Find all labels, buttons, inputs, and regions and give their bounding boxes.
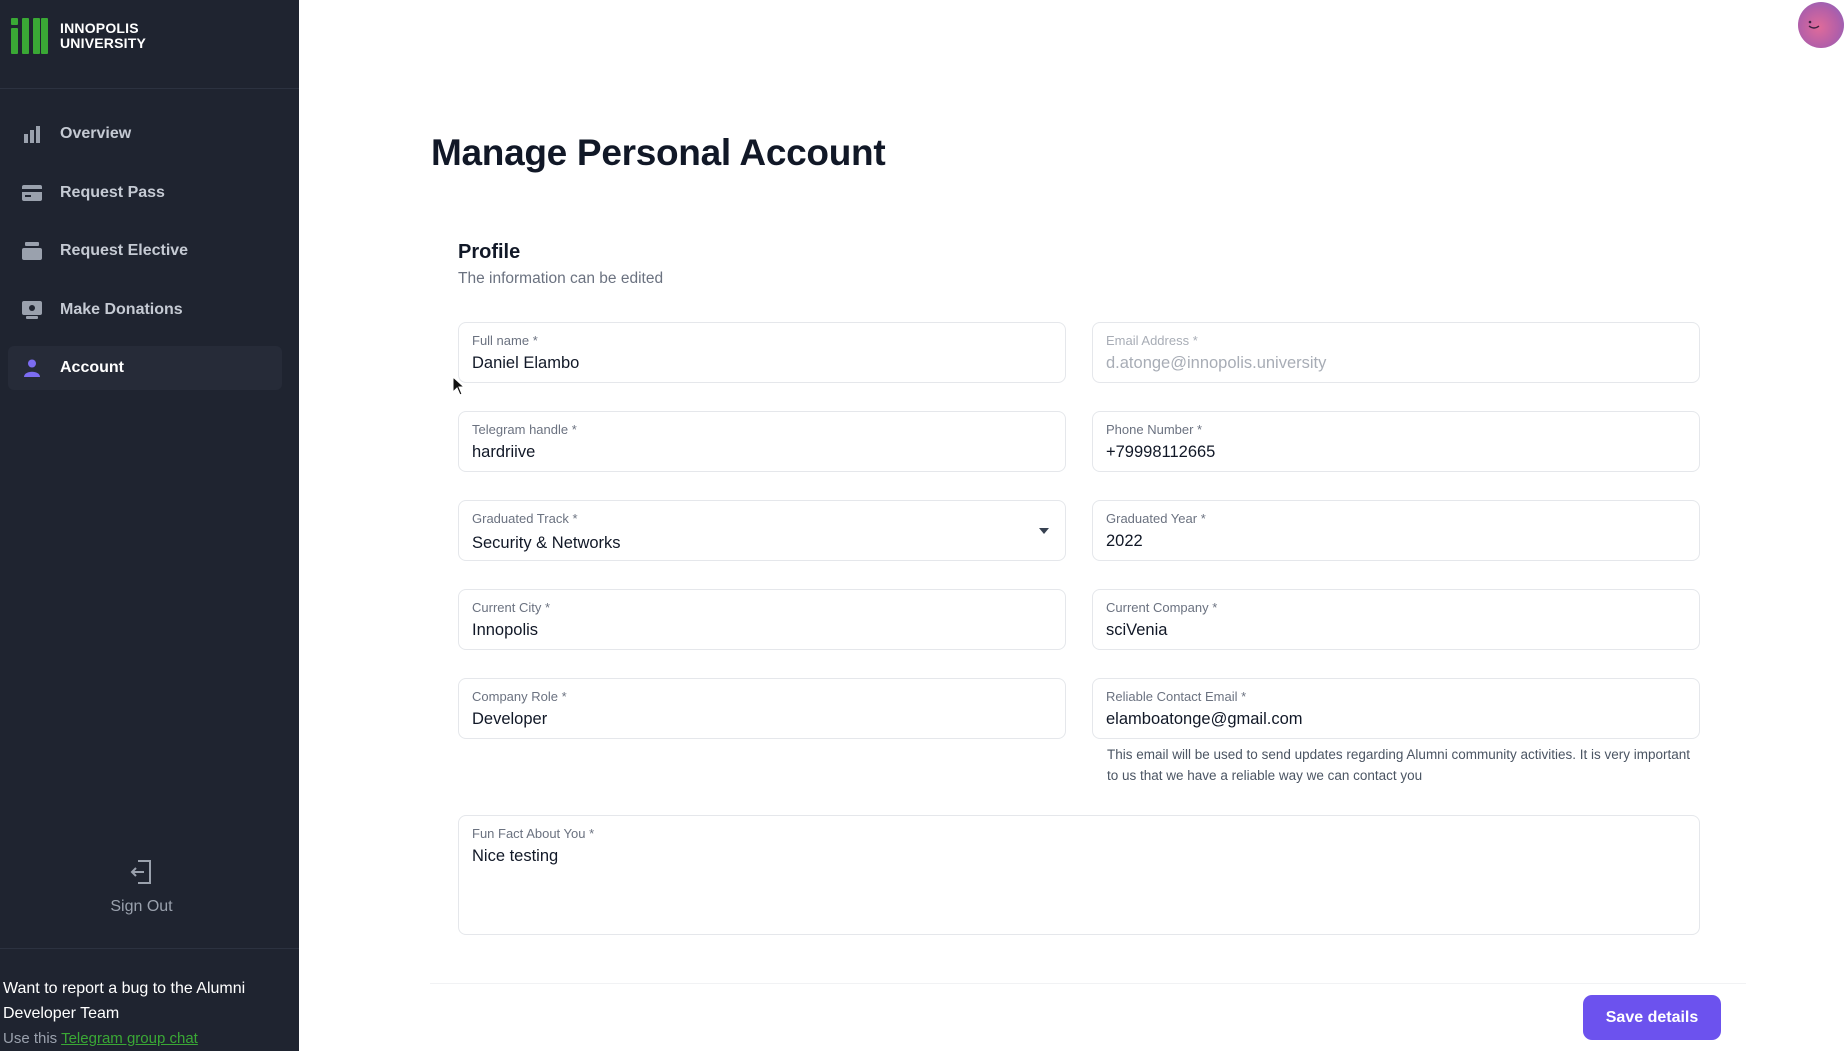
field-value: Security & Networks bbox=[472, 534, 621, 552]
donation-icon bbox=[22, 300, 42, 320]
field-label: Telegram handle * bbox=[472, 422, 577, 437]
sign-out-button[interactable]: Sign Out bbox=[84, 858, 199, 916]
sidebar-item-label: Account bbox=[60, 359, 124, 376]
email-address-field[interactable]: Email Address * d.atonge@innopolis.unive… bbox=[1092, 322, 1700, 383]
sidebar-item-account[interactable]: Account bbox=[8, 346, 282, 390]
logo-line-2: UNIVERSITY bbox=[60, 35, 147, 51]
sidebar-divider bbox=[0, 88, 299, 89]
sidebar-nav: Overview Request Pass Request Elective M… bbox=[8, 112, 282, 405]
sidebar-item-request-pass[interactable]: Request Pass bbox=[8, 171, 282, 215]
user-avatar[interactable] bbox=[1798, 2, 1844, 48]
phone-number-field[interactable]: Phone Number * +79998112665 bbox=[1092, 411, 1700, 472]
full-name-field[interactable]: Full name * Daniel Elambo bbox=[458, 322, 1066, 383]
reliable-contact-email-field[interactable]: Reliable Contact Email * elamboatonge@gm… bbox=[1092, 678, 1700, 739]
field-value: Developer bbox=[472, 710, 548, 728]
field-value: Innopolis bbox=[472, 621, 539, 639]
save-details-button[interactable]: Save details bbox=[1583, 995, 1721, 1040]
field-value: d.atonge@innopolis.university bbox=[1106, 354, 1327, 372]
bug-report-sub: Use this Telegram group chat bbox=[3, 1026, 293, 1051]
profile-title: Profile bbox=[458, 241, 521, 263]
field-label: Phone Number * bbox=[1106, 422, 1203, 437]
elective-box-icon bbox=[22, 241, 42, 261]
field-label: Current Company * bbox=[1106, 600, 1218, 615]
field-value: Daniel Elambo bbox=[472, 354, 580, 372]
field-value: elamboatonge@gmail.com bbox=[1106, 710, 1303, 728]
field-value: 2022 bbox=[1106, 532, 1143, 550]
bug-report-use-this: Use this bbox=[3, 1030, 58, 1047]
graduated-track-select[interactable]: Graduated Track * Security & Networks bbox=[458, 500, 1066, 561]
page-title: Manage Personal Account bbox=[431, 132, 886, 173]
field-label: Email Address * bbox=[1106, 333, 1198, 348]
sign-out-label: Sign Out bbox=[110, 898, 173, 915]
logo-text: INNOPOLIS UNIVERSITY bbox=[60, 21, 146, 51]
field-label: Company Role * bbox=[472, 689, 567, 704]
card-footer-divider bbox=[430, 983, 1746, 984]
sidebar: INNOPOLIS UNIVERSITY Overview Request Pa… bbox=[0, 0, 299, 1051]
avatar-face-icon bbox=[1808, 20, 1820, 29]
field-label: Reliable Contact Email * bbox=[1106, 689, 1247, 704]
field-value: +79998112665 bbox=[1106, 443, 1216, 461]
bar-chart-icon bbox=[22, 124, 42, 144]
university-logo[interactable]: INNOPOLIS UNIVERSITY bbox=[11, 18, 146, 54]
field-value: Nice testing bbox=[472, 847, 559, 865]
sidebar-item-make-donations[interactable]: Make Donations bbox=[8, 288, 282, 332]
reliable-email-helper-text: This email will be used to send updates … bbox=[1107, 747, 1691, 783]
chevron-down-icon[interactable] bbox=[1039, 528, 1049, 534]
bug-report-section: Want to report a bug to the Alumni Devel… bbox=[3, 976, 293, 1051]
sidebar-item-label: Request Elective bbox=[60, 242, 189, 259]
mouse-cursor-icon bbox=[452, 376, 466, 396]
profile-card: Profile The information can be edited Fu… bbox=[430, 213, 1746, 1003]
graduated-year-field[interactable]: Graduated Year * 2022 bbox=[1092, 500, 1700, 561]
sidebar-item-label: Make Donations bbox=[60, 300, 183, 318]
sign-out-icon bbox=[130, 860, 151, 884]
current-city-field[interactable]: Current City * Innopolis bbox=[458, 589, 1066, 650]
company-role-field[interactable]: Company Role * Developer bbox=[458, 678, 1066, 739]
field-label: Graduated Year * bbox=[1106, 511, 1206, 526]
sidebar-bottom-divider bbox=[0, 948, 299, 949]
field-label: Graduated Track * bbox=[472, 511, 578, 526]
logo-line-1: INNOPOLIS bbox=[60, 20, 139, 36]
sidebar-item-label: Request Pass bbox=[60, 183, 165, 201]
person-icon bbox=[22, 358, 42, 378]
profile-subtitle: The information can be edited bbox=[458, 270, 664, 287]
field-value: hardriive bbox=[472, 443, 536, 461]
pass-card-icon bbox=[22, 183, 42, 203]
telegram-group-chat-link[interactable]: Telegram group chat bbox=[61, 1030, 198, 1047]
sidebar-item-label: Overview bbox=[60, 125, 132, 142]
field-label: Current City * bbox=[472, 600, 551, 615]
telegram-handle-field[interactable]: Telegram handle * hardriive bbox=[458, 411, 1066, 472]
current-company-field[interactable]: Current Company * sciVenia bbox=[1092, 589, 1700, 650]
field-label: Full name * bbox=[472, 333, 538, 348]
bug-report-text: Want to report a bug to the Alumni Devel… bbox=[3, 980, 246, 1022]
field-value: sciVenia bbox=[1106, 621, 1168, 639]
sidebar-item-overview[interactable]: Overview bbox=[8, 112, 282, 156]
fun-fact-textarea[interactable]: Fun Fact About You * Nice testing bbox=[458, 815, 1700, 935]
field-label: Fun Fact About You * bbox=[472, 826, 595, 841]
logo-mark-icon bbox=[11, 18, 48, 54]
sidebar-item-request-elective[interactable]: Request Elective bbox=[8, 229, 282, 273]
